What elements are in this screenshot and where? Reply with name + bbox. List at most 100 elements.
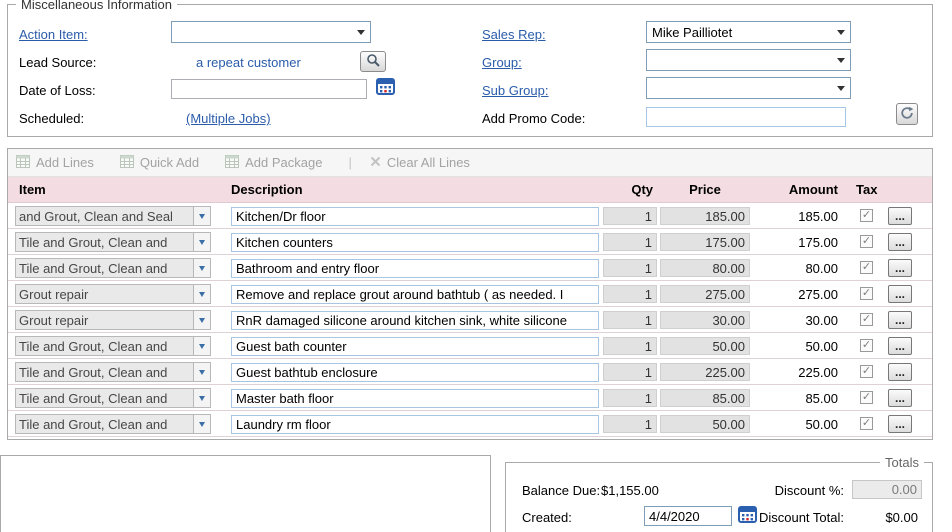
table-row: Tile and Grout, Clean and 1 85.00 85.00 … [8, 385, 932, 411]
item-select-arrow-button[interactable] [193, 362, 211, 382]
row-options-button[interactable]: ... [888, 389, 912, 407]
created-date-input[interactable] [644, 506, 732, 526]
item-select-arrow-button[interactable] [193, 206, 211, 226]
description-input[interactable] [231, 207, 599, 226]
item-select[interactable]: Grout repair [15, 284, 211, 304]
table-row: Tile and Grout, Clean and 1 50.00 50.00 … [8, 411, 932, 437]
tax-checkbox[interactable]: ✓ [860, 417, 873, 430]
row-options-button[interactable]: ... [888, 233, 912, 251]
apply-promo-button[interactable] [896, 103, 918, 125]
row-options-button[interactable]: ... [888, 337, 912, 355]
sub-group-link[interactable]: Sub Group: [482, 83, 549, 98]
tax-checkbox[interactable]: ✓ [860, 209, 873, 222]
item-select[interactable]: Tile and Grout, Clean and [15, 336, 211, 356]
discount-total-label: Discount Total: [759, 510, 844, 525]
qty-field: 1 [603, 233, 657, 251]
discount-pct-label: Discount %: [775, 483, 844, 498]
qty-field: 1 [603, 363, 657, 381]
toolbar-separator: | [348, 155, 351, 170]
line-items-body: and Grout, Clean and Seal 1 185.00 185.0… [8, 203, 932, 437]
amount-value: 30.00 [750, 313, 838, 328]
chevron-down-icon [199, 214, 205, 219]
table-row: Grout repair 1 275.00 275.00 ✓ ... [8, 281, 932, 307]
grid-icon [120, 155, 134, 171]
refresh-icon [900, 106, 914, 123]
date-of-loss-input[interactable] [171, 79, 367, 99]
description-input[interactable] [231, 311, 599, 330]
misc-info-legend: Miscellaneous Information [16, 0, 177, 12]
item-select-arrow-button[interactable] [193, 310, 211, 330]
tax-checkbox[interactable]: ✓ [860, 339, 873, 352]
clear-all-lines-button[interactable]: Clear All Lines [370, 155, 470, 170]
add-promo-code-label: Add Promo Code: [482, 111, 585, 126]
tax-checkbox[interactable]: ✓ [860, 235, 873, 248]
item-select[interactable]: Tile and Grout, Clean and [15, 232, 211, 252]
calendar-icon[interactable] [738, 505, 758, 523]
row-options-button[interactable]: ... [888, 285, 912, 303]
item-select-arrow-button[interactable] [193, 258, 211, 278]
description-input[interactable] [231, 337, 599, 356]
chevron-down-icon [199, 396, 205, 401]
description-input[interactable] [231, 415, 599, 434]
quick-add-button[interactable]: Quick Add [120, 155, 199, 171]
chevron-down-icon [199, 370, 205, 375]
qty-field: 1 [603, 337, 657, 355]
row-options-button[interactable]: ... [888, 311, 912, 329]
sales-rep-select[interactable]: Mike Pailliotet [646, 21, 851, 43]
description-input[interactable] [231, 363, 599, 382]
sub-group-select[interactable] [646, 77, 851, 99]
misc-info-section: Miscellaneous Information Action Item: L… [7, 4, 933, 137]
tax-checkbox[interactable]: ✓ [860, 261, 873, 274]
sales-rep-link[interactable]: Sales Rep: [482, 27, 546, 42]
table-row: Tile and Grout, Clean and 1 225.00 225.0… [8, 359, 932, 385]
item-select-arrow-button[interactable] [193, 336, 211, 356]
row-options-button[interactable]: ... [888, 207, 912, 225]
item-select[interactable]: Tile and Grout, Clean and [15, 388, 211, 408]
checkmark-icon: ✓ [862, 418, 871, 429]
item-select-value: Tile and Grout, Clean and [15, 336, 193, 356]
add-package-button[interactable]: Add Package [225, 155, 322, 171]
add-lines-button[interactable]: Add Lines [16, 155, 94, 171]
item-select[interactable]: Tile and Grout, Clean and [15, 258, 211, 278]
multiple-jobs-link[interactable]: (Multiple Jobs) [186, 111, 271, 126]
item-select-arrow-button[interactable] [193, 388, 211, 408]
amount-value: 85.00 [750, 391, 838, 406]
qty-field: 1 [603, 207, 657, 225]
item-select[interactable]: Tile and Grout, Clean and [15, 414, 211, 434]
row-options-button[interactable]: ... [888, 363, 912, 381]
item-select[interactable]: Grout repair [15, 310, 211, 330]
clear-all-lines-label: Clear All Lines [387, 155, 470, 170]
action-item-link[interactable]: Action Item: [19, 27, 88, 42]
row-options-button[interactable]: ... [888, 415, 912, 433]
price-field: 185.00 [660, 207, 750, 225]
tax-checkbox[interactable]: ✓ [860, 391, 873, 404]
action-item-select[interactable] [171, 21, 371, 43]
lead-source-search-button[interactable] [360, 51, 386, 72]
qty-field: 1 [603, 311, 657, 329]
add-lines-label: Add Lines [36, 155, 94, 170]
group-link[interactable]: Group: [482, 55, 522, 70]
tax-checkbox[interactable]: ✓ [860, 287, 873, 300]
tax-checkbox[interactable]: ✓ [860, 365, 873, 378]
item-select[interactable]: and Grout, Clean and Seal [15, 206, 211, 226]
chevron-down-icon [837, 58, 845, 63]
item-select[interactable]: Tile and Grout, Clean and [15, 362, 211, 382]
calendar-icon[interactable] [376, 77, 396, 95]
description-input[interactable] [231, 233, 599, 252]
description-input[interactable] [231, 259, 599, 278]
item-select-value: Grout repair [15, 310, 193, 330]
group-select[interactable] [646, 49, 851, 71]
line-items-panel: Add Lines Quick Add Add Package | Clear … [7, 148, 933, 440]
item-select-arrow-button[interactable] [193, 284, 211, 304]
item-select-arrow-button[interactable] [193, 232, 211, 252]
header-amount: Amount [750, 182, 838, 197]
qty-field: 1 [603, 285, 657, 303]
row-options-button[interactable]: ... [888, 259, 912, 277]
description-input[interactable] [231, 285, 599, 304]
description-input[interactable] [231, 389, 599, 408]
balance-due-label: Balance Due: [522, 483, 600, 498]
price-field: 30.00 [660, 311, 750, 329]
tax-checkbox[interactable]: ✓ [860, 313, 873, 326]
item-select-arrow-button[interactable] [193, 414, 211, 434]
promo-code-input[interactable] [646, 107, 846, 127]
